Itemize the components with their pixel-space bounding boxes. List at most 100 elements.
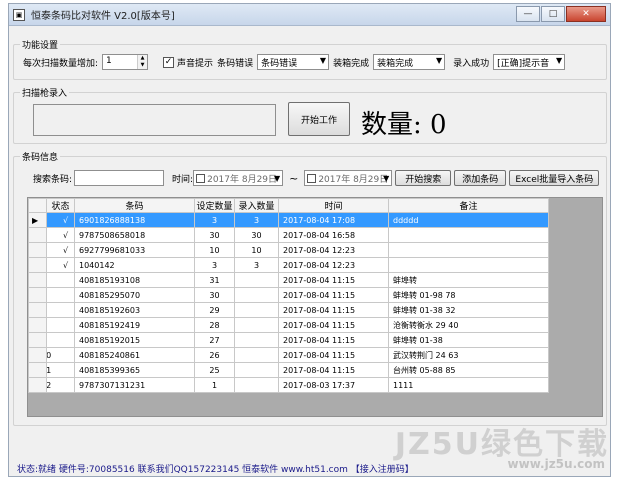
entry-qty-cell[interactable] [234,362,279,378]
barcode-cell[interactable]: 408185192419 [74,317,195,333]
set-qty-cell[interactable]: 26 [194,347,235,363]
status-cell[interactable]: 6 [46,287,75,303]
chevron-down-icon[interactable]: ▼ [383,174,389,183]
table-row[interactable]: 2√978750865801830302017-08-04 16:58 [28,227,549,243]
entry-qty-cell[interactable] [234,272,279,288]
entry-qty-cell[interactable] [234,317,279,333]
search-input[interactable] [74,170,165,186]
time-cell[interactable]: 2017-08-03 17:37 [278,377,389,393]
scan-qty-stepper[interactable]: 1 ▲ ▼ [102,54,149,70]
time-cell[interactable]: 2017-08-04 11:15 [278,332,389,348]
entry-qty-cell[interactable]: 10 [234,242,279,258]
entry-qty-header[interactable]: 录入数量 [234,198,279,213]
date-from-picker[interactable]: 2017年 8月29日 ▼ [193,170,284,186]
row-header[interactable] [28,287,47,303]
set-qty-cell[interactable]: 1 [194,377,235,393]
scan-input[interactable] [33,104,276,136]
table-row[interactable]: 940818519201527 2017-08-04 11:15蚌埠转 01-38 [28,332,549,348]
entry-qty-cell[interactable] [234,377,279,393]
date-from-checkbox[interactable] [196,173,206,183]
status-cell[interactable]: 8 [46,317,75,333]
row-header[interactable] [28,317,47,333]
set-qty-cell[interactable]: 10 [194,242,235,258]
row-header[interactable] [28,227,47,243]
entry-qty-cell[interactable] [234,332,279,348]
time-cell[interactable]: 2017-08-04 11:15 [278,302,389,318]
note-cell[interactable]: 蚌埠转 01-98 78 [388,287,549,303]
status-header[interactable]: 状态 [46,198,75,213]
entry-qty-cell[interactable] [234,302,279,318]
status-cell[interactable]: 2√ [46,227,75,243]
row-header[interactable] [28,347,47,363]
note-cell[interactable]: 武汉转荆门 24 63 [388,347,549,363]
set-qty-cell[interactable]: 30 [194,227,235,243]
time-cell[interactable]: 2017-08-04 11:15 [278,347,389,363]
row-header[interactable] [28,377,47,393]
entry-success-select[interactable]: [正确]提示音 ▼ [493,54,566,70]
row-header[interactable] [28,332,47,348]
row-header-corner[interactable] [28,198,47,213]
row-header[interactable] [28,362,47,378]
time-cell[interactable]: 2017-08-04 17:08 [278,212,389,228]
barcode-cell[interactable]: 408185295070 [74,287,195,303]
entry-qty-cell[interactable]: 3 [234,212,279,228]
set-qty-cell[interactable]: 28 [194,317,235,333]
time-cell[interactable]: 2017-08-04 11:15 [278,362,389,378]
time-cell[interactable]: 2017-08-04 11:15 [278,317,389,333]
entry-qty-cell[interactable]: 30 [234,227,279,243]
entry-qty-cell[interactable] [234,287,279,303]
note-cell[interactable]: 蚌埠转 01-38 [388,332,549,348]
status-cell[interactable]: 10 [46,347,75,363]
table-row[interactable]: 740818519260329 2017-08-04 11:15蚌埠转 01-38… [28,302,549,318]
note-cell[interactable]: 1111 [388,377,549,393]
barcode-cell[interactable]: 408185192015 [74,332,195,348]
date-to-picker[interactable]: 2017年 8月29日 ▼ [304,170,393,186]
table-row[interactable]: 11 40818539936525 2017-08-04 11:15台州转 05-8… [28,362,549,378]
set-qty-cell[interactable]: 29 [194,302,235,318]
set-qty-cell[interactable]: 3 [194,257,235,273]
time-header[interactable]: 时间 [278,198,389,213]
status-cell[interactable]: 12 [46,377,75,393]
row-header[interactable] [28,272,47,288]
barcode-cell[interactable]: 408185193108 [74,272,195,288]
set-qty-cell[interactable]: 31 [194,272,235,288]
set-qty-cell[interactable]: 25 [194,362,235,378]
row-header[interactable] [28,257,47,273]
barcode-table[interactable]: 状态条码设定数量录入数量时间备注 ▶1√6901826888138332017-… [27,197,603,417]
note-cell[interactable] [388,227,549,243]
barcode-cell[interactable]: 9787307131231 [74,377,195,393]
note-cell[interactable]: ddddd [388,212,549,228]
barcode-cell[interactable]: 6901826888138 [74,212,195,228]
stepper-down-icon[interactable]: ▼ [138,62,147,69]
table-row[interactable]: 4√1040142332017-08-04 12:23 [28,257,549,273]
time-cell[interactable]: 2017-08-04 12:23 [278,257,389,273]
note-cell[interactable]: 台州转 05-88 85 [388,362,549,378]
note-cell[interactable]: 蚌埠转 [388,272,549,288]
barcode-cell[interactable]: 9787508658018 [74,227,195,243]
status-cell[interactable]: 7 [46,302,75,318]
entry-qty-cell[interactable] [234,347,279,363]
table-row[interactable]: 12 97873071312311 2017-08-03 17:371111 [28,377,549,393]
table-row[interactable]: 10 40818524086126 2017-08-04 11:15武汉转荆门 24… [28,347,549,363]
row-header[interactable] [28,242,47,258]
title-bar[interactable]: ▣ 恒泰条码比对软件 V2.0[版本号] — □ ✕ [9,4,610,26]
table-row[interactable]: ▶1√6901826888138332017-08-04 17:08ddddd [28,212,549,228]
excel-import-button[interactable]: Excel批量导入条码 [509,170,600,186]
note-cell[interactable] [388,242,549,258]
table-row[interactable]: 640818529507030 2017-08-04 11:15蚌埠转 01-98… [28,287,549,303]
row-header[interactable] [28,302,47,318]
add-barcode-button[interactable]: 添加条码 [454,170,507,186]
barcode-cell[interactable]: 408185240861 [74,347,195,363]
set-qty-cell[interactable]: 3 [194,212,235,228]
start-search-button[interactable]: 开始搜索 [395,170,452,186]
minimize-button[interactable]: — [516,6,540,22]
chevron-down-icon[interactable]: ▼ [274,174,280,183]
stepper-up-icon[interactable]: ▲ [138,55,147,62]
row-header[interactable]: ▶ [28,212,47,228]
status-cell[interactable]: 9 [46,332,75,348]
time-cell[interactable]: 2017-08-04 12:23 [278,242,389,258]
barcode-error-select[interactable]: 条码错误 ▼ [257,54,330,70]
time-cell[interactable]: 2017-08-04 11:15 [278,287,389,303]
note-header[interactable]: 备注 [388,198,549,213]
status-cell[interactable]: 11 [46,362,75,378]
